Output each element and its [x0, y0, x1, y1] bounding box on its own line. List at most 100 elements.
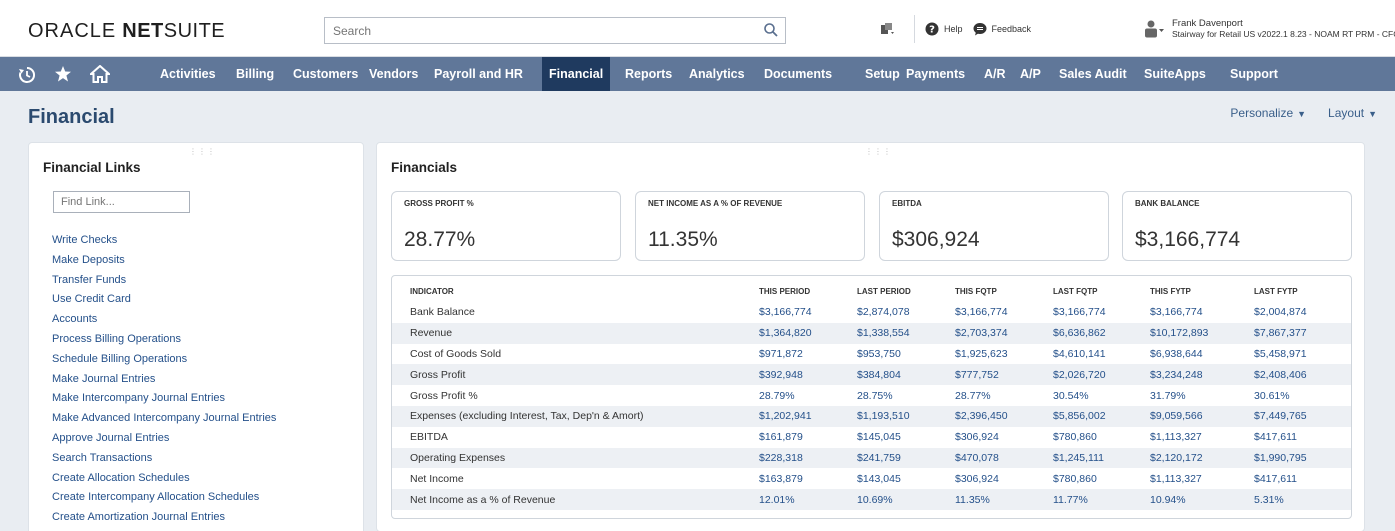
column-header-last-period[interactable]: LAST PERIOD [857, 276, 955, 302]
value-cell[interactable]: $1,990,795 [1254, 447, 1351, 469]
value-cell[interactable]: $228,318 [759, 447, 857, 469]
recent-history-icon[interactable] [18, 66, 36, 84]
value-cell[interactable]: $953,750 [857, 344, 955, 365]
value-cell[interactable]: 12.01% [759, 489, 857, 510]
search-input[interactable] [325, 18, 745, 43]
value-cell[interactable]: 28.79% [759, 385, 857, 406]
value-cell[interactable]: $9,059,566 [1150, 405, 1254, 427]
nav-payments[interactable]: Payments [899, 57, 972, 91]
value-cell[interactable]: $2,874,078 [857, 302, 955, 323]
value-cell[interactable]: 11.35% [955, 489, 1053, 510]
value-cell[interactable]: $780,860 [1053, 468, 1150, 489]
link-create-allocation-schedules[interactable]: Create Allocation Schedules [52, 469, 276, 489]
nav-analytics[interactable]: Analytics [682, 57, 752, 91]
layout-button[interactable]: Layout ▼ [1328, 106, 1377, 120]
link-make-intercompany-journal-entries[interactable]: Make Intercompany Journal Entries [52, 389, 276, 409]
recent-records-button[interactable] [880, 22, 894, 36]
link-search-transactions[interactable]: Search Transactions [52, 449, 276, 469]
column-header-this-fytp[interactable]: THIS FYTP [1150, 276, 1254, 302]
nav-ar[interactable]: A/R [977, 57, 1013, 91]
value-cell[interactable]: 11.77% [1053, 489, 1150, 510]
value-cell[interactable]: $143,045 [857, 468, 955, 489]
drag-handle-icon[interactable]: ⋮⋮⋮ [865, 147, 892, 156]
value-cell[interactable]: 30.54% [1053, 385, 1150, 406]
column-header-last-fytp[interactable]: LAST FYTP [1254, 276, 1351, 302]
help-button[interactable]: ? Help [925, 22, 963, 36]
nav-ap[interactable]: A/P [1013, 57, 1048, 91]
value-cell[interactable]: $3,166,774 [759, 302, 857, 323]
nav-sales-audit[interactable]: Sales Audit [1052, 57, 1134, 91]
value-cell[interactable]: $145,045 [857, 427, 955, 448]
kpi-gross-profit-pct[interactable]: GROSS PROFIT % 28.77% [391, 191, 621, 261]
kpi-bank-balance[interactable]: BANK BALANCE $3,166,774 [1122, 191, 1352, 261]
value-cell[interactable]: $7,867,377 [1254, 322, 1351, 344]
nav-suiteapps[interactable]: SuiteApps [1137, 57, 1213, 91]
search-icon[interactable] [763, 22, 779, 38]
link-schedule-billing-operations[interactable]: Schedule Billing Operations [52, 350, 276, 370]
drag-handle-icon[interactable]: ⋮⋮⋮ [189, 147, 216, 156]
value-cell[interactable]: $6,938,644 [1150, 344, 1254, 365]
value-cell[interactable]: $417,611 [1254, 427, 1351, 448]
feedback-button[interactable]: Feedback [973, 22, 1031, 36]
link-accounts[interactable]: Accounts [52, 310, 276, 330]
value-cell[interactable]: $392,948 [759, 364, 857, 386]
user-avatar-icon[interactable] [1143, 19, 1165, 39]
nav-reports[interactable]: Reports [618, 57, 679, 91]
value-cell[interactable]: $5,856,002 [1053, 405, 1150, 427]
user-menu[interactable]: Frank Davenport Stairway for Retail US v… [1172, 19, 1395, 40]
nav-vendors[interactable]: Vendors [362, 57, 425, 91]
value-cell[interactable]: $1,113,327 [1150, 427, 1254, 448]
link-write-checks[interactable]: Write Checks [52, 231, 276, 251]
value-cell[interactable]: $3,234,248 [1150, 364, 1254, 386]
value-cell[interactable]: 30.61% [1254, 385, 1351, 406]
column-header-last-fqtp[interactable]: LAST FQTP [1053, 276, 1150, 302]
value-cell[interactable]: 10.69% [857, 489, 955, 510]
value-cell[interactable]: $470,078 [955, 447, 1053, 469]
kpi-net-income-pct-revenue[interactable]: NET INCOME AS A % OF REVENUE 11.35% [635, 191, 865, 261]
value-cell[interactable]: $417,611 [1254, 468, 1351, 489]
value-cell[interactable]: $1,364,820 [759, 322, 857, 344]
home-icon[interactable] [90, 65, 110, 83]
value-cell[interactable]: $3,166,774 [955, 302, 1053, 323]
value-cell[interactable]: 28.75% [857, 385, 955, 406]
value-cell[interactable]: 31.79% [1150, 385, 1254, 406]
value-cell[interactable]: $5,458,971 [1254, 344, 1351, 365]
link-use-credit-card[interactable]: Use Credit Card [52, 290, 276, 310]
value-cell[interactable]: $4,610,141 [1053, 344, 1150, 365]
value-cell[interactable]: $971,872 [759, 344, 857, 365]
value-cell[interactable]: $2,396,450 [955, 405, 1053, 427]
value-cell[interactable]: $7,449,765 [1254, 405, 1351, 427]
link-approve-journal-entries[interactable]: Approve Journal Entries [52, 429, 276, 449]
value-cell[interactable]: $1,925,623 [955, 344, 1053, 365]
nav-billing[interactable]: Billing [229, 57, 281, 91]
link-make-advanced-intercompany-journal-entries[interactable]: Make Advanced Intercompany Journal Entri… [52, 409, 276, 429]
link-create-intercompany-allocation-schedules[interactable]: Create Intercompany Allocation Schedules [52, 488, 276, 508]
column-header-this-period[interactable]: THIS PERIOD [759, 276, 857, 302]
nav-documents[interactable]: Documents [757, 57, 839, 91]
value-cell[interactable]: $3,166,774 [1150, 302, 1254, 323]
value-cell[interactable]: $2,120,172 [1150, 447, 1254, 469]
value-cell[interactable]: $3,166,774 [1053, 302, 1150, 323]
value-cell[interactable]: $780,860 [1053, 427, 1150, 448]
favorites-star-icon[interactable] [54, 65, 72, 83]
personalize-button[interactable]: Personalize ▼ [1230, 106, 1306, 120]
value-cell[interactable]: $1,193,510 [857, 405, 955, 427]
value-cell[interactable]: $1,245,111 [1053, 447, 1150, 469]
find-link-input[interactable] [54, 192, 184, 212]
link-transfer-funds[interactable]: Transfer Funds [52, 271, 276, 291]
value-cell[interactable]: $306,924 [955, 427, 1053, 448]
oracle-netsuite-logo[interactable]: ORACLE NETSUITE [28, 20, 225, 43]
nav-support[interactable]: Support [1223, 57, 1285, 91]
value-cell[interactable]: 28.77% [955, 385, 1053, 406]
value-cell[interactable]: $163,879 [759, 468, 857, 489]
kpi-ebitda[interactable]: EBITDA $306,924 [879, 191, 1109, 261]
nav-payroll-and-hr[interactable]: Payroll and HR [427, 57, 530, 91]
value-cell[interactable]: $161,879 [759, 427, 857, 448]
column-header-this-fqtp[interactable]: THIS FQTP [955, 276, 1053, 302]
value-cell[interactable]: $1,202,941 [759, 405, 857, 427]
value-cell[interactable]: $2,703,374 [955, 322, 1053, 344]
value-cell[interactable]: $2,026,720 [1053, 364, 1150, 386]
link-make-journal-entries[interactable]: Make Journal Entries [52, 370, 276, 390]
value-cell[interactable]: $241,759 [857, 447, 955, 469]
find-link-field[interactable] [53, 191, 190, 213]
